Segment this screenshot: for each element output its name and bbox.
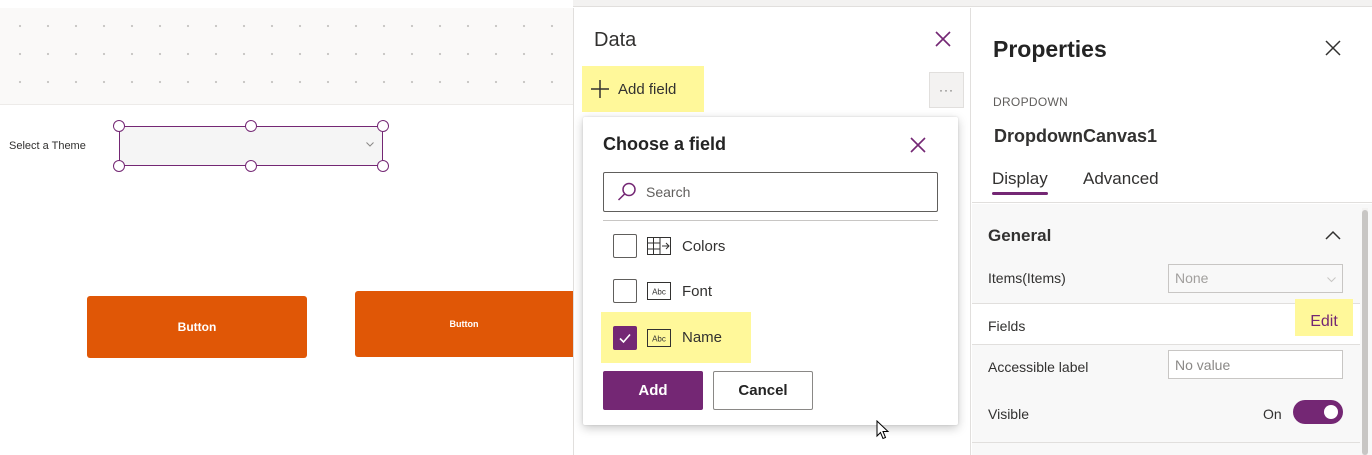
canvas-grid-band <box>0 8 573 105</box>
mouse-cursor-icon <box>876 420 890 440</box>
control-name[interactable]: DropdownCanvas1 <box>994 126 1157 147</box>
visible-toggle[interactable] <box>1293 400 1343 424</box>
field-label: Colors <box>682 237 726 255</box>
search-icon <box>617 182 636 201</box>
divider <box>972 442 1360 443</box>
field-option-colors[interactable]: Colors <box>601 225 761 267</box>
properties-body: General Items(Items) None Fields Edit Ac… <box>972 204 1372 455</box>
search-input[interactable] <box>646 184 906 200</box>
properties-panel: Properties DROPDOWN DropdownCanvas1 Disp… <box>972 8 1372 455</box>
canvas-button-1[interactable]: Button <box>87 296 307 358</box>
visible-state: On <box>1263 406 1282 422</box>
items-label: Items(Items) <box>988 270 1066 286</box>
resize-handle-bottom[interactable] <box>245 160 257 172</box>
text-field-icon: Abc <box>647 282 671 300</box>
chevron-down-icon <box>366 142 374 147</box>
divider <box>603 220 938 221</box>
search-box[interactable] <box>603 172 938 212</box>
cancel-button[interactable]: Cancel <box>713 371 813 410</box>
canvas-button-2[interactable]: Button <box>355 291 573 357</box>
resize-handle-top-left[interactable] <box>113 120 125 132</box>
control-type: DROPDOWN <box>993 95 1069 109</box>
accessible-label-input[interactable] <box>1168 350 1343 379</box>
more-options-button[interactable]: ··· <box>929 72 964 108</box>
items-select[interactable]: None <box>1168 264 1343 293</box>
visible-label: Visible <box>988 406 1029 422</box>
resize-handle-top-right[interactable] <box>377 120 389 132</box>
tabs-divider <box>972 202 1372 203</box>
fields-label: Fields <box>988 318 1026 334</box>
checkbox[interactable] <box>613 279 637 303</box>
choose-field-popup: Choose a field Colors Abc Font Abc Name … <box>583 117 958 425</box>
popup-title: Choose a field <box>603 134 727 154</box>
field-label: Font <box>682 282 713 300</box>
tab-advanced[interactable]: Advanced <box>1083 169 1159 189</box>
resize-handle-top[interactable] <box>245 120 257 132</box>
scrollbar[interactable] <box>1362 208 1368 455</box>
edit-fields-link[interactable]: Edit <box>1295 299 1353 336</box>
scrollbar-thumb[interactable] <box>1362 210 1368 455</box>
close-icon[interactable] <box>932 28 954 50</box>
field-label: Name <box>682 329 723 346</box>
checkbox[interactable] <box>613 234 637 258</box>
checkbox-checked[interactable] <box>613 325 637 350</box>
table-icon <box>647 237 671 255</box>
add-field-label: Add field <box>618 80 677 98</box>
chevron-down-icon <box>1327 277 1336 283</box>
checkmark-icon <box>619 333 631 343</box>
text-field-icon: Abc <box>647 328 671 347</box>
theme-label: Select a Theme <box>9 140 86 152</box>
close-icon[interactable] <box>1322 37 1344 59</box>
add-button[interactable]: Add <box>603 371 703 410</box>
toggle-knob <box>1324 405 1338 419</box>
svg-text:Abc: Abc <box>652 288 666 297</box>
tab-display[interactable]: Display <box>992 169 1048 195</box>
plus-icon <box>591 80 609 98</box>
add-field-button[interactable]: Add field <box>582 66 704 112</box>
field-option-name[interactable]: Abc Name <box>601 312 751 363</box>
data-panel-title: Data <box>594 29 637 51</box>
items-value: None <box>1175 270 1209 286</box>
section-general-title: General <box>988 226 1052 245</box>
close-icon[interactable] <box>907 134 929 156</box>
resize-handle-bottom-right[interactable] <box>377 160 389 172</box>
accessible-label-label: Accessible label <box>988 359 1089 375</box>
resize-handle-bottom-left[interactable] <box>113 160 125 172</box>
chevron-up-icon[interactable] <box>1325 228 1341 242</box>
svg-text:Abc: Abc <box>652 334 666 343</box>
field-option-font[interactable]: Abc Font <box>601 270 761 312</box>
properties-title: Properties <box>993 36 1107 62</box>
